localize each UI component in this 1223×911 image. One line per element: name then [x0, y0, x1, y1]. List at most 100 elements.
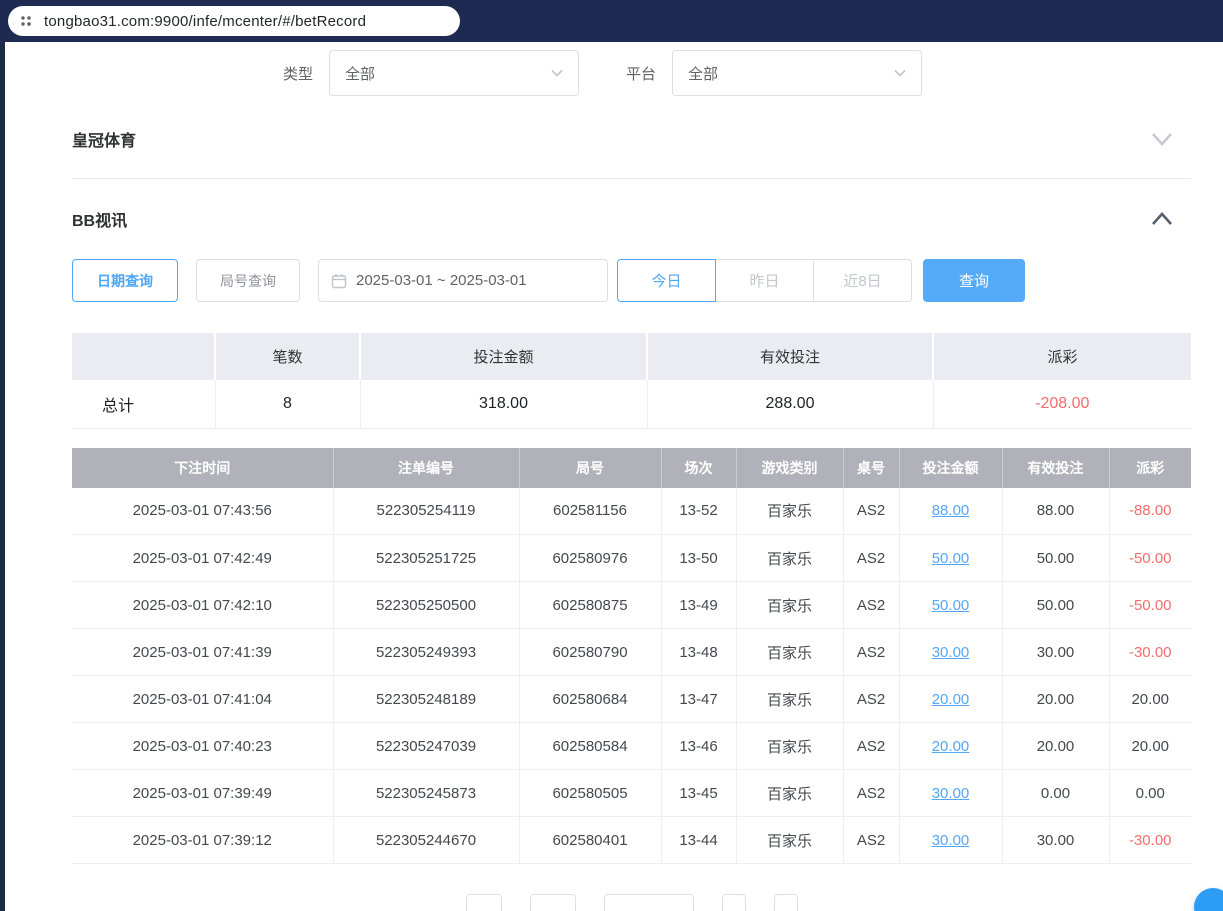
- cell-bet-no: 522305249393: [333, 629, 519, 676]
- header-bet-amount: 投注金额: [899, 448, 1002, 488]
- summary-total-row: 总计 8 318.00 288.00 -208.00: [72, 380, 1191, 428]
- table-row: 2025-03-01 07:39:12522305244670602580401…: [72, 817, 1191, 864]
- table-row: 2025-03-01 07:43:56522305254119602581156…: [72, 488, 1191, 535]
- last-8-days-button[interactable]: 近8日: [813, 259, 912, 302]
- cell-session: 13-50: [661, 535, 736, 582]
- cell-time: 2025-03-01 07:39:49: [72, 770, 333, 817]
- platform-select[interactable]: 全部: [672, 50, 922, 96]
- url-text: tongbao31.com:9900/infe/mcenter/#/betRec…: [44, 13, 366, 30]
- pagination-control-2[interactable]: [774, 894, 798, 911]
- section-bb-video[interactable]: BB视讯: [72, 209, 1191, 229]
- bet-record-page: 类型 全部 平台 全部 皇冠体育 BB视讯 日期查询 局号查询: [0, 50, 1223, 911]
- cell-table-no: AS2: [843, 629, 899, 676]
- bet-amount-link[interactable]: 50.00: [932, 597, 970, 614]
- cell-payout: -50.00: [1109, 535, 1191, 582]
- cell-bet-no: 522305250500: [333, 582, 519, 629]
- cell-valid-bet: 30.00: [1002, 629, 1109, 676]
- bet-detail-table: 下注时间 注单编号 局号 场次 游戏类别 桌号 投注金额 有效投注 派彩 202…: [72, 448, 1191, 865]
- cell-valid-bet: 20.00: [1002, 676, 1109, 723]
- cell-table-no: AS2: [843, 676, 899, 723]
- date-query-tab[interactable]: 日期查询: [72, 259, 178, 302]
- date-range-value: 2025-03-01 ~ 2025-03-01: [356, 272, 527, 289]
- platform-select-value: 全部: [688, 63, 718, 84]
- cell-table-no: AS2: [843, 770, 899, 817]
- cell-valid-bet: 0.00: [1002, 770, 1109, 817]
- summary-table: 笔数 投注金额 有效投注 派彩 总计 8 318.00 288.00 -208.…: [72, 333, 1191, 429]
- bet-amount-link[interactable]: 30.00: [932, 644, 970, 661]
- bet-amount-link[interactable]: 30.00: [932, 785, 970, 802]
- bet-amount-link[interactable]: 30.00: [932, 832, 970, 849]
- calendar-icon: [331, 273, 347, 289]
- table-row: 2025-03-01 07:39:49522305245873602580505…: [72, 770, 1191, 817]
- type-filter-label: 类型: [283, 63, 313, 84]
- cell-session: 13-45: [661, 770, 736, 817]
- header-valid-bet: 有效投注: [1002, 448, 1109, 488]
- bet-amount-link[interactable]: 20.00: [932, 691, 970, 708]
- section-crown-sports[interactable]: 皇冠体育: [72, 129, 1191, 149]
- cell-game-type: 百家乐: [736, 817, 843, 864]
- cell-game-type: 百家乐: [736, 770, 843, 817]
- cell-game-type: 百家乐: [736, 488, 843, 535]
- table-row: 2025-03-01 07:42:10522305250500602580875…: [72, 582, 1191, 629]
- cell-table-no: AS2: [843, 817, 899, 864]
- date-range-picker[interactable]: 2025-03-01 ~ 2025-03-01: [318, 259, 608, 302]
- header-bet-time: 下注时间: [72, 448, 333, 488]
- cell-bet-amount: 30.00: [899, 629, 1002, 676]
- yesterday-button[interactable]: 昨日: [715, 259, 814, 302]
- section-divider: [72, 178, 1191, 179]
- pagination-size-select[interactable]: [604, 894, 694, 911]
- cell-time: 2025-03-01 07:41:04: [72, 676, 333, 723]
- table-row: 2025-03-01 07:40:23522305247039602580584…: [72, 723, 1191, 770]
- today-button[interactable]: 今日: [617, 259, 716, 302]
- cell-bet-amount: 50.00: [899, 535, 1002, 582]
- cell-game-type: 百家乐: [736, 629, 843, 676]
- pagination-control-1[interactable]: [722, 894, 746, 911]
- type-select[interactable]: 全部: [329, 50, 579, 96]
- cell-bet-amount: 30.00: [899, 817, 1002, 864]
- cell-bet-no: 522305248189: [333, 676, 519, 723]
- pagination-page-button[interactable]: [530, 894, 576, 911]
- cell-valid-bet: 50.00: [1002, 582, 1109, 629]
- summary-valid-bet-value: 288.00: [647, 380, 933, 428]
- cell-game-type: 百家乐: [736, 535, 843, 582]
- table-row: 2025-03-01 07:41:04522305248189602580684…: [72, 676, 1191, 723]
- summary-header-bet-amount: 投注金额: [360, 333, 647, 380]
- round-query-tab[interactable]: 局号查询: [196, 259, 300, 302]
- cell-table-no: AS2: [843, 535, 899, 582]
- site-info-icon[interactable]: [17, 12, 35, 30]
- chevron-down-icon: [551, 69, 563, 77]
- cell-time: 2025-03-01 07:41:39: [72, 629, 333, 676]
- bet-amount-link[interactable]: 50.00: [932, 550, 970, 567]
- filter-row: 类型 全部 平台 全部: [283, 50, 1191, 96]
- cell-payout: -88.00: [1109, 488, 1191, 535]
- summary-header-row: 笔数 投注金额 有效投注 派彩: [72, 333, 1191, 380]
- search-button[interactable]: 查询: [923, 259, 1025, 302]
- browser-address-bar: tongbao31.com:9900/infe/mcenter/#/betRec…: [0, 0, 1223, 42]
- pagination-prev-button[interactable]: [466, 894, 502, 911]
- cell-payout: 20.00: [1109, 723, 1191, 770]
- cell-round-no: 602580401: [519, 817, 661, 864]
- summary-total-label: 总计: [72, 380, 215, 428]
- cell-round-no: 602580790: [519, 629, 661, 676]
- cell-session: 13-44: [661, 817, 736, 864]
- chevron-down-icon[interactable]: [1151, 132, 1173, 146]
- cell-bet-no: 522305247039: [333, 723, 519, 770]
- chevron-up-icon[interactable]: [1151, 212, 1173, 226]
- type-select-value: 全部: [345, 63, 375, 84]
- cell-table-no: AS2: [843, 488, 899, 535]
- cell-bet-no: 522305245873: [333, 770, 519, 817]
- cell-bet-no: 522305251725: [333, 535, 519, 582]
- header-table-no: 桌号: [843, 448, 899, 488]
- cell-session: 13-47: [661, 676, 736, 723]
- cell-game-type: 百家乐: [736, 723, 843, 770]
- bet-amount-link[interactable]: 88.00: [932, 502, 970, 519]
- cell-round-no: 602580684: [519, 676, 661, 723]
- cell-round-no: 602580976: [519, 535, 661, 582]
- url-pill[interactable]: tongbao31.com:9900/infe/mcenter/#/betRec…: [8, 6, 460, 36]
- cell-valid-bet: 50.00: [1002, 535, 1109, 582]
- cell-bet-amount: 20.00: [899, 676, 1002, 723]
- header-round-no: 局号: [519, 448, 661, 488]
- bet-amount-link[interactable]: 20.00: [932, 738, 970, 755]
- cell-bet-amount: 88.00: [899, 488, 1002, 535]
- summary-header-count: 笔数: [215, 333, 360, 380]
